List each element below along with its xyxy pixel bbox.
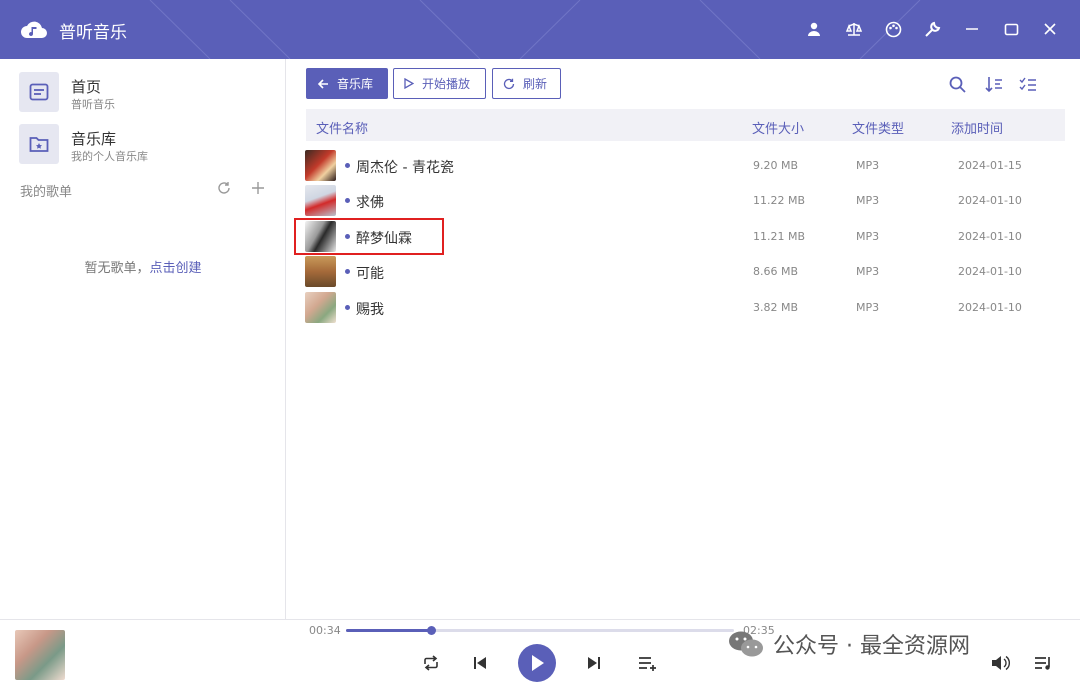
file-size: 9.20 MB <box>753 159 799 172</box>
palette-icon[interactable] <box>881 17 905 41</box>
song-name: 周杰伦 - 青花瓷 <box>356 160 454 176</box>
user-icon[interactable] <box>802 17 826 41</box>
empty-playlists-text: 暂无歌单， <box>84 261 150 276</box>
playlists-section-title: 我的歌单 <box>20 185 73 200</box>
start-play-label: 开始播放 <box>422 77 471 91</box>
album-cover <box>305 292 336 323</box>
song-name: 可能 <box>356 266 384 282</box>
wechat-logo-icon <box>729 631 763 657</box>
column-header-name[interactable]: 文件名称 <box>316 118 368 137</box>
file-size: 11.21 MB <box>753 230 806 243</box>
title-bar: 普听音乐 <box>0 0 1080 59</box>
added-date: 2024-01-10 <box>958 265 1022 278</box>
minimize-icon[interactable] <box>960 17 984 41</box>
bullet-dot <box>345 198 350 203</box>
file-type: MP3 <box>856 265 880 278</box>
sidebar-item-library[interactable]: 音乐库 我的个人音乐库 <box>19 124 279 168</box>
added-date: 2024-01-10 <box>958 230 1022 243</box>
table-row[interactable]: 周杰伦 - 青花瓷 9.20 MB MP3 2024-01-15 <box>305 148 1065 182</box>
table-row[interactable]: 赐我 3.82 MB MP3 2024-01-10 <box>305 290 1065 324</box>
file-type: MP3 <box>856 159 880 172</box>
back-to-library-button[interactable]: 音乐库 <box>306 68 388 99</box>
file-size: 8.66 MB <box>753 265 799 278</box>
titlebar-decoration <box>149 0 921 59</box>
added-date: 2024-01-10 <box>958 194 1022 207</box>
album-cover <box>305 150 336 181</box>
column-header-type[interactable]: 文件类型 <box>852 118 904 137</box>
progress-knob[interactable] <box>426 626 436 635</box>
progress-fill <box>346 629 432 632</box>
next-track-icon[interactable] <box>583 652 605 674</box>
album-cover <box>305 256 336 287</box>
checklist-icon[interactable] <box>1019 75 1037 93</box>
file-type: MP3 <box>856 230 880 243</box>
close-icon[interactable] <box>1038 17 1062 41</box>
file-type: MP3 <box>856 194 880 207</box>
progress-slider[interactable] <box>346 626 734 635</box>
bullet-dot <box>345 163 350 168</box>
app-title: 普听音乐 <box>59 23 127 43</box>
previous-track-icon[interactable] <box>469 652 491 674</box>
sort-icon[interactable] <box>985 75 1003 93</box>
now-playing-cover[interactable] <box>15 630 65 680</box>
table-row[interactable]: 可能 8.66 MB MP3 2024-01-10 <box>305 254 1065 288</box>
folder-star-icon <box>19 124 59 164</box>
player-bar: 00:34 02:35 公众号 · 最全资源网 <box>0 619 1080 690</box>
play-button[interactable] <box>518 644 556 682</box>
highlight-box <box>294 218 444 255</box>
cloud-music-logo-icon <box>21 21 47 38</box>
song-name: 赐我 <box>356 302 384 318</box>
refresh-icon <box>503 78 515 89</box>
add-to-queue-icon[interactable] <box>637 652 659 674</box>
search-icon[interactable] <box>948 75 966 93</box>
table-row[interactable]: 求佛 11.22 MB MP3 2024-01-10 <box>305 183 1065 217</box>
file-size: 11.22 MB <box>753 194 806 207</box>
back-button-label: 音乐库 <box>337 77 374 91</box>
playlist-queue-icon[interactable] <box>1033 652 1055 674</box>
create-playlist-link[interactable]: 点击创建 <box>150 261 202 276</box>
song-name: 求佛 <box>356 195 384 211</box>
sidebar-item-home[interactable]: 首页 普听音乐 <box>19 72 279 116</box>
bullet-dot <box>345 305 350 310</box>
column-header-size[interactable]: 文件大小 <box>752 118 804 137</box>
arrow-left-icon <box>317 78 328 89</box>
empty-playlists-message: 暂无歌单，点击创建 <box>0 257 286 276</box>
sidebar-item-subtitle: 普听音乐 <box>71 98 115 111</box>
watermark: 公众号 · 最全资源网 <box>727 630 970 659</box>
file-size: 3.82 MB <box>753 301 799 314</box>
sidebar-item-title: 音乐库 <box>71 130 117 148</box>
added-date: 2024-01-15 <box>958 159 1022 172</box>
column-header-added[interactable]: 添加时间 <box>951 118 1003 137</box>
sidebar-item-subtitle: 我的个人音乐库 <box>71 150 148 163</box>
album-cover <box>305 185 336 216</box>
add-playlist-icon[interactable] <box>249 179 267 197</box>
main-panel: 音乐库 开始播放 刷新 文件名称 文件大小 文件类型 添加时间 周杰伦 - 青花… <box>287 59 1080 619</box>
home-icon <box>19 72 59 112</box>
wrench-icon[interactable] <box>920 17 944 41</box>
refresh-playlists-icon[interactable] <box>215 179 233 197</box>
repeat-icon[interactable] <box>420 652 442 674</box>
play-outline-icon <box>404 78 414 89</box>
file-type: MP3 <box>856 301 880 314</box>
play-icon <box>532 655 544 671</box>
sidebar-item-title: 首页 <box>71 78 102 96</box>
volume-icon[interactable] <box>990 652 1012 674</box>
start-play-button[interactable]: 开始播放 <box>393 68 486 99</box>
refresh-label: 刷新 <box>523 77 548 91</box>
bullet-dot <box>345 269 350 274</box>
table-header: 文件名称 文件大小 文件类型 添加时间 <box>306 109 1065 141</box>
added-date: 2024-01-10 <box>958 301 1022 314</box>
scale-icon[interactable] <box>842 17 866 41</box>
maximize-icon[interactable] <box>999 17 1023 41</box>
sidebar: 首页 普听音乐 音乐库 我的个人音乐库 我的歌单 暂无歌单，点击创建 <box>0 59 286 619</box>
refresh-button[interactable]: 刷新 <box>492 68 561 99</box>
watermark-text: 公众号 · 最全资源网 <box>773 634 970 659</box>
current-time: 00:34 <box>309 624 341 637</box>
